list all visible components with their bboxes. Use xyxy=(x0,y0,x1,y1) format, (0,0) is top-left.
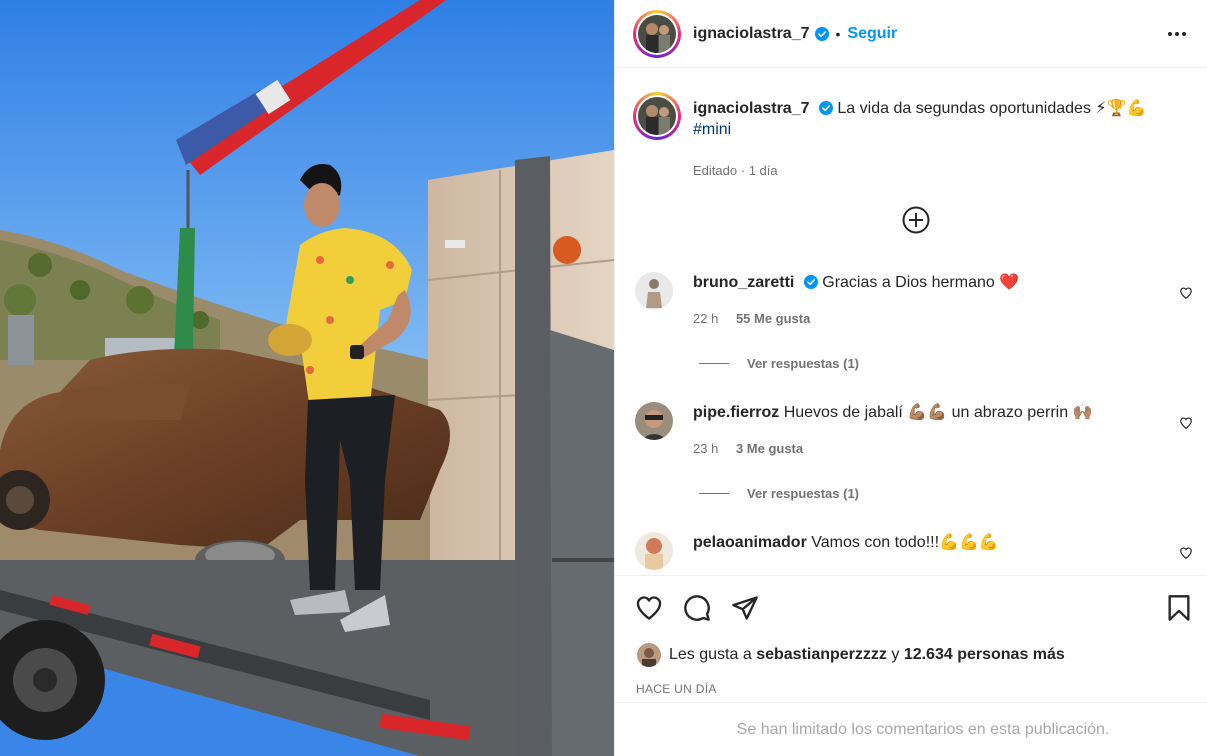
replies-divider xyxy=(699,363,729,364)
comment-like-heart-icon[interactable] xyxy=(1179,546,1193,560)
verified-badge-icon xyxy=(814,26,829,41)
comments-limited-notice: Se han limitado los comentarios en esta … xyxy=(615,702,1207,756)
caption-body: ignaciolastra_7 La vida da segundas opor… xyxy=(693,98,1146,181)
heart-icon[interactable] xyxy=(635,594,663,622)
liked-by-row: Les gusta a sebastianperzzzz y 12.634 pe… xyxy=(637,643,1065,667)
comment-likes[interactable]: 55 Me gusta xyxy=(736,311,810,326)
comment-avatar[interactable] xyxy=(635,402,673,440)
edited-sep: · xyxy=(740,163,746,178)
verified-badge-icon xyxy=(818,101,833,115)
share-icon[interactable] xyxy=(731,594,759,622)
comment-icon[interactable] xyxy=(683,594,711,622)
action-bar xyxy=(635,594,1193,622)
caption-avatar-ring[interactable] xyxy=(633,92,681,140)
comment-text: pipe.fierroz Huevos de jabalí 💪🏽💪🏽 un ab… xyxy=(693,402,1093,423)
view-replies-button[interactable]: Ver respuestas (1) xyxy=(699,486,859,501)
replies-divider xyxy=(699,493,729,494)
comment-username[interactable]: pelaoanimador xyxy=(693,534,807,551)
author-avatar[interactable] xyxy=(638,14,676,53)
comment-body: Huevos de jabalí 💪🏽💪🏽 un abrazo perrin 🙌… xyxy=(783,404,1093,421)
comment-time: 22 h xyxy=(693,311,719,326)
comment-avatar[interactable] xyxy=(635,532,673,570)
post-sidebar: ignaciolastra_7 • Seguir ignaciolastra_7… xyxy=(614,0,1207,756)
liked-by-user[interactable]: sebastianperzzzz xyxy=(756,646,887,664)
more-options-icon[interactable] xyxy=(1165,22,1189,46)
header-separator: • xyxy=(835,25,841,42)
bookmark-icon[interactable] xyxy=(1165,594,1193,622)
caption-username[interactable]: ignaciolastra_7 xyxy=(693,100,810,117)
add-comment-icon[interactable] xyxy=(901,205,931,235)
comment-time: 23 h xyxy=(693,441,719,456)
author-avatar-ring[interactable] xyxy=(633,9,681,58)
comment-avatar[interactable] xyxy=(635,272,673,310)
liked-by-prefix: Les gusta a xyxy=(669,646,752,663)
comment-meta: 22 h 55 Me gusta xyxy=(693,311,1019,326)
comment-item: pelaoanimador Vamos con todo!!!💪💪💪 xyxy=(635,532,1193,570)
edited-label: Editado xyxy=(693,163,738,178)
follow-button[interactable]: Seguir xyxy=(847,25,897,43)
post-header: ignaciolastra_7 • Seguir xyxy=(615,0,1207,68)
comment-text: bruno_zaretti Gracias a Dios hermano ❤️ xyxy=(693,272,1019,293)
caption-meta: Editado · 1 día xyxy=(693,160,1146,181)
post-caption: ignaciolastra_7 La vida da segundas opor… xyxy=(615,68,1207,181)
comment-text: pelaoanimador Vamos con todo!!!💪💪💪 xyxy=(693,532,999,553)
liked-by-conj: y xyxy=(891,646,900,663)
comment-username[interactable]: pipe.fierroz xyxy=(693,404,779,421)
verified-badge-icon xyxy=(803,275,818,289)
view-replies-label: Ver respuestas (1) xyxy=(747,356,860,371)
caption-hashtag[interactable]: #mini xyxy=(693,121,731,138)
comment-item: pipe.fierroz Huevos de jabalí 💪🏽💪🏽 un ab… xyxy=(635,402,1193,456)
author-username[interactable]: ignaciolastra_7 xyxy=(693,25,810,43)
caption-avatar[interactable] xyxy=(638,97,676,135)
comment-body: Vamos con todo!!!💪💪💪 xyxy=(811,534,999,551)
post-timestamp[interactable]: HACE UN DÍA xyxy=(636,682,717,696)
edited-time: 1 día xyxy=(748,163,778,178)
comment-likes[interactable]: 3 Me gusta xyxy=(736,441,803,456)
comment-meta: 23 h 3 Me gusta xyxy=(693,441,1093,456)
view-replies-button[interactable]: Ver respuestas (1) xyxy=(699,356,859,371)
comment-body: Gracias a Dios hermano ❤️ xyxy=(822,274,1020,291)
view-replies-label: Ver respuestas (1) xyxy=(747,486,860,501)
comment-username[interactable]: bruno_zaretti xyxy=(693,274,794,291)
liked-by-others[interactable]: 12.634 personas más xyxy=(904,646,1065,664)
comment-like-heart-icon[interactable] xyxy=(1179,286,1193,300)
post-photo[interactable] xyxy=(0,0,614,756)
comment-like-heart-icon[interactable] xyxy=(1179,416,1193,430)
liker-avatar[interactable] xyxy=(637,643,661,667)
post-image xyxy=(0,0,614,756)
caption-text: La vida da segundas oportunidades ⚡🏆💪 xyxy=(837,100,1147,117)
post-actions: Les gusta a sebastianperzzzz y 12.634 pe… xyxy=(615,575,1207,756)
comment-item: bruno_zaretti Gracias a Dios hermano ❤️ … xyxy=(635,272,1193,326)
